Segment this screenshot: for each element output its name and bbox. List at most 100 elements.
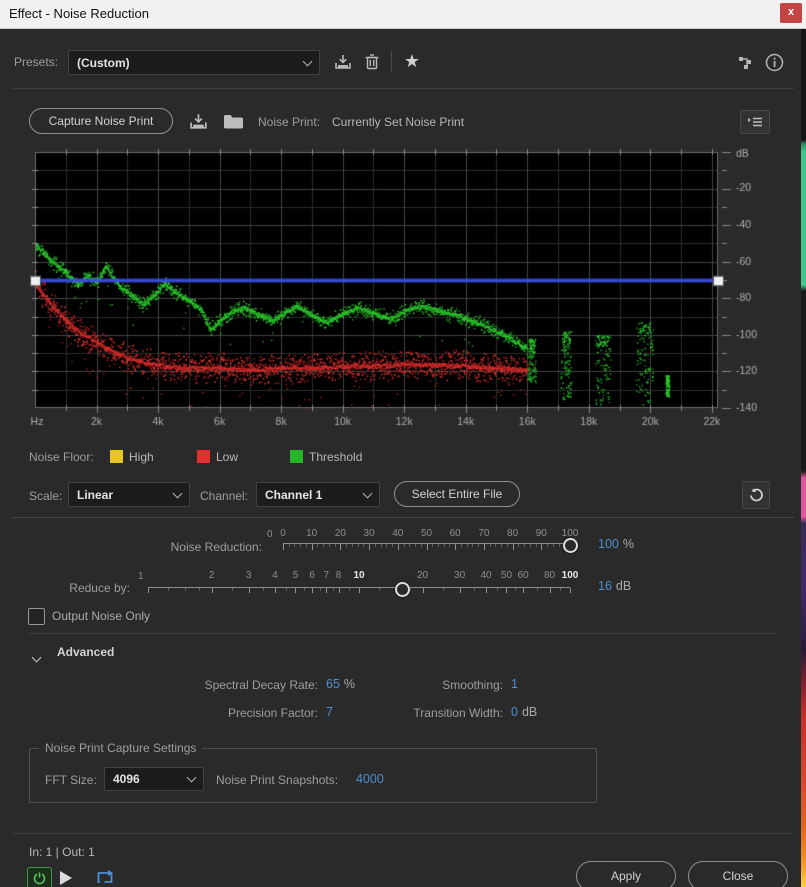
ruler-tick <box>535 544 537 547</box>
favorite-preset-button[interactable]: ★ <box>400 49 424 73</box>
chevron-down-icon <box>31 652 42 663</box>
legend-label-threshold: Threshold <box>309 450 363 464</box>
ruler-tick-label: 90 <box>535 528 547 539</box>
ruler-tick-label: 10 <box>306 528 318 539</box>
channel-dropdown[interactable]: Channel 1 <box>256 482 380 507</box>
loop-playback-button[interactable] <box>93 867 117 887</box>
precision-factor-value-group[interactable]: 7 <box>326 705 333 719</box>
ruler-tick <box>459 588 461 593</box>
channel-value: Channel 1 <box>265 487 323 502</box>
toolbar-separator <box>391 51 392 72</box>
close-window-button[interactable]: x <box>780 3 802 23</box>
help-info-button[interactable] <box>762 50 786 74</box>
presets-dropdown[interactable]: (Custom) <box>68 50 320 75</box>
ruler-tick <box>478 544 480 547</box>
select-entire-file-button[interactable]: Select Entire File <box>394 481 520 507</box>
ruler-tick <box>558 544 560 547</box>
noise-reduction-slider-handle[interactable] <box>563 538 578 553</box>
capture-noise-print-button[interactable]: Capture Noise Print <box>29 108 173 134</box>
output-noise-only-checkbox[interactable] <box>28 608 45 625</box>
transition-width-value-group[interactable]: 0 dB <box>511 705 537 719</box>
advanced-expander[interactable] <box>31 648 51 663</box>
close-button[interactable]: Close <box>688 861 788 887</box>
transition-width-label: Transition Width: <box>413 706 503 720</box>
ruler-tick <box>496 588 498 591</box>
ruler-tick <box>319 588 321 591</box>
ruler-tick-label: 3 <box>245 570 252 581</box>
ruler-tick <box>547 544 549 547</box>
noise-reduction-slider[interactable]: 0 10 20 30 40 50 60 70 80 90 100 <box>280 528 578 552</box>
ruler-tick <box>495 544 497 547</box>
noise-print-status: Currently Set Noise Print <box>332 115 465 129</box>
save-icon <box>334 53 352 71</box>
save-preset-button[interactable] <box>331 50 355 74</box>
reset-settings-button[interactable] <box>742 481 770 509</box>
preview-play-button[interactable] <box>56 868 76 887</box>
noise-print-menu-button[interactable] <box>740 110 770 134</box>
noise-spectrum-canvas[interactable] <box>29 147 770 443</box>
ruler-tick <box>449 544 451 547</box>
precision-factor-value[interactable]: 7 <box>326 705 333 719</box>
ruler-tick <box>422 588 424 593</box>
fft-size-dropdown[interactable]: 4096 <box>104 767 204 791</box>
ruler-tick <box>403 544 405 547</box>
trash-icon <box>364 53 380 71</box>
noise-reduction-min-label: 0 <box>267 529 273 540</box>
save-noise-print-button[interactable] <box>186 109 210 133</box>
ruler-tick <box>489 544 491 547</box>
ruler-tick <box>305 544 307 547</box>
smoothing-value-group[interactable]: 1 <box>511 677 518 691</box>
ruler-tick <box>541 544 543 550</box>
smoothing-value[interactable]: 1 <box>511 677 518 691</box>
delete-preset-button[interactable] <box>360 50 384 74</box>
window-titlebar[interactable]: Effect - Noise Reduction x <box>0 0 806 29</box>
toggle-effect-power-button[interactable] <box>27 867 52 887</box>
ruler-tick-label: 40 <box>480 570 492 581</box>
noise-reduction-value[interactable]: 100 <box>598 537 619 551</box>
reduce-by-value-group[interactable]: 16 dB <box>598 579 631 593</box>
reduce-by-slider-handle[interactable] <box>395 582 411 597</box>
ruler-tick <box>199 588 201 591</box>
ruler-tick <box>432 544 434 547</box>
footer-divider <box>12 833 794 834</box>
reduce-by-slider[interactable]: 2 3 4 5 6 7 8 10 20 30 40 50 60 80 100 <box>148 570 578 596</box>
ruler-tick-label: 6 <box>309 570 315 581</box>
window-title: Effect - Noise Reduction <box>9 6 149 21</box>
ruler-tick <box>211 588 213 593</box>
fft-size-label: FFT Size: <box>45 773 97 787</box>
noise-print-snapshots-value[interactable]: 4000 <box>356 772 384 786</box>
ruler-tick-label: 30 <box>454 570 466 581</box>
spectral-decay-rate-value[interactable]: 65 <box>326 677 340 691</box>
ruler-tick <box>288 544 290 547</box>
ruler-tick <box>570 588 571 593</box>
info-icon <box>765 53 784 72</box>
section-divider <box>12 517 794 518</box>
ruler-tick-label: 10 <box>353 570 365 581</box>
ruler-tick <box>518 544 520 547</box>
power-icon <box>33 872 46 885</box>
reduce-by-value[interactable]: 16 <box>598 579 612 593</box>
ruler-tick <box>300 544 302 547</box>
ruler-tick <box>443 544 445 547</box>
routing-icon <box>738 54 755 71</box>
ruler-tick <box>560 588 562 591</box>
ruler-tick <box>168 588 170 591</box>
smoothing-label: Smoothing: <box>442 678 503 692</box>
reduce-by-unit: dB <box>615 579 632 593</box>
side-chain-routing-button[interactable] <box>734 50 758 74</box>
apply-button[interactable]: Apply <box>576 861 676 887</box>
scale-dropdown[interactable]: Linear <box>68 482 190 507</box>
ruler-tick <box>328 544 330 547</box>
section-divider <box>29 633 775 634</box>
advanced-header[interactable]: Advanced <box>57 645 114 659</box>
ruler-tick <box>524 544 526 547</box>
ruler-tick-label: 30 <box>363 528 375 539</box>
load-noise-print-button[interactable] <box>220 109 246 133</box>
ruler-tick <box>415 544 417 547</box>
ruler-tick <box>304 588 306 591</box>
noise-reduction-value-group[interactable]: 100 % <box>598 537 634 551</box>
transition-width-value[interactable]: 0 <box>511 705 518 719</box>
ruler-tick <box>349 588 351 591</box>
noise-spectrum-graph <box>29 147 770 443</box>
ruler-tick <box>455 544 457 550</box>
